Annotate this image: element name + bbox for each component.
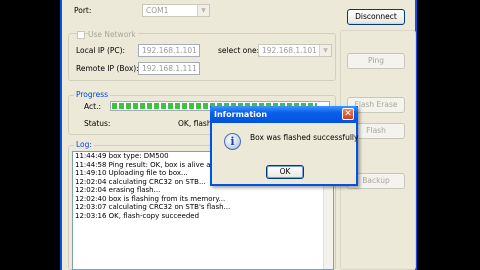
dialog-titlebar: Information [210, 106, 358, 123]
log-line: 12:02:04 erasing flash... [75, 186, 161, 194]
dialog-title: Information [214, 110, 268, 119]
select-one-dropdown[interactable]: 192.168.1.101 ▼ [258, 44, 332, 57]
log-group-title: Log: [74, 140, 94, 149]
status-label: Status: [84, 119, 111, 128]
chevron-down-icon: ▼ [319, 45, 331, 56]
information-dialog: Information ✕ i Box was flashed successf… [210, 106, 358, 186]
disconnect-button[interactable]: Disconnect [347, 9, 405, 25]
select-one-value: 192.168.1.101 [262, 46, 317, 55]
log-line: 12:03:16 OK, flash-copy succeeded [75, 211, 200, 220]
use-network-checkbox[interactable] [77, 31, 85, 39]
information-icon: i [224, 133, 241, 150]
remote-ip-input[interactable]: 192.168.1.111 [138, 62, 200, 75]
close-icon[interactable]: ✕ [342, 108, 354, 120]
chevron-down-icon: ▼ [197, 5, 209, 16]
select-one-label: select one: [218, 46, 260, 55]
ok-button[interactable]: OK [266, 165, 304, 179]
log-line: 12:02:40 box is flashing from its memory… [75, 194, 226, 203]
local-ip-label: Local IP (PC): [76, 46, 126, 55]
ping-button[interactable]: Ping [347, 53, 405, 69]
use-network-label: Use Network [88, 30, 138, 39]
local-ip-input[interactable]: 192.168.1.101 [138, 44, 200, 57]
port-select[interactable]: COM1 ▼ [142, 4, 210, 17]
local-ip-value: 192.168.1.101 [142, 46, 197, 55]
progress-group-title: Progress [74, 90, 111, 99]
log-line: 12:03:07 calculating CRC32 on STB's flas… [75, 203, 231, 211]
remote-ip-label: Remote IP (Box): [76, 64, 139, 73]
dialog-message: Box was flashed successfully [250, 133, 359, 142]
port-label: Port: [74, 6, 92, 15]
network-group [68, 33, 336, 81]
act-label: Act.: [84, 102, 101, 111]
remote-ip-value: 192.168.1.111 [142, 64, 197, 73]
port-select-value: COM1 [146, 6, 169, 15]
